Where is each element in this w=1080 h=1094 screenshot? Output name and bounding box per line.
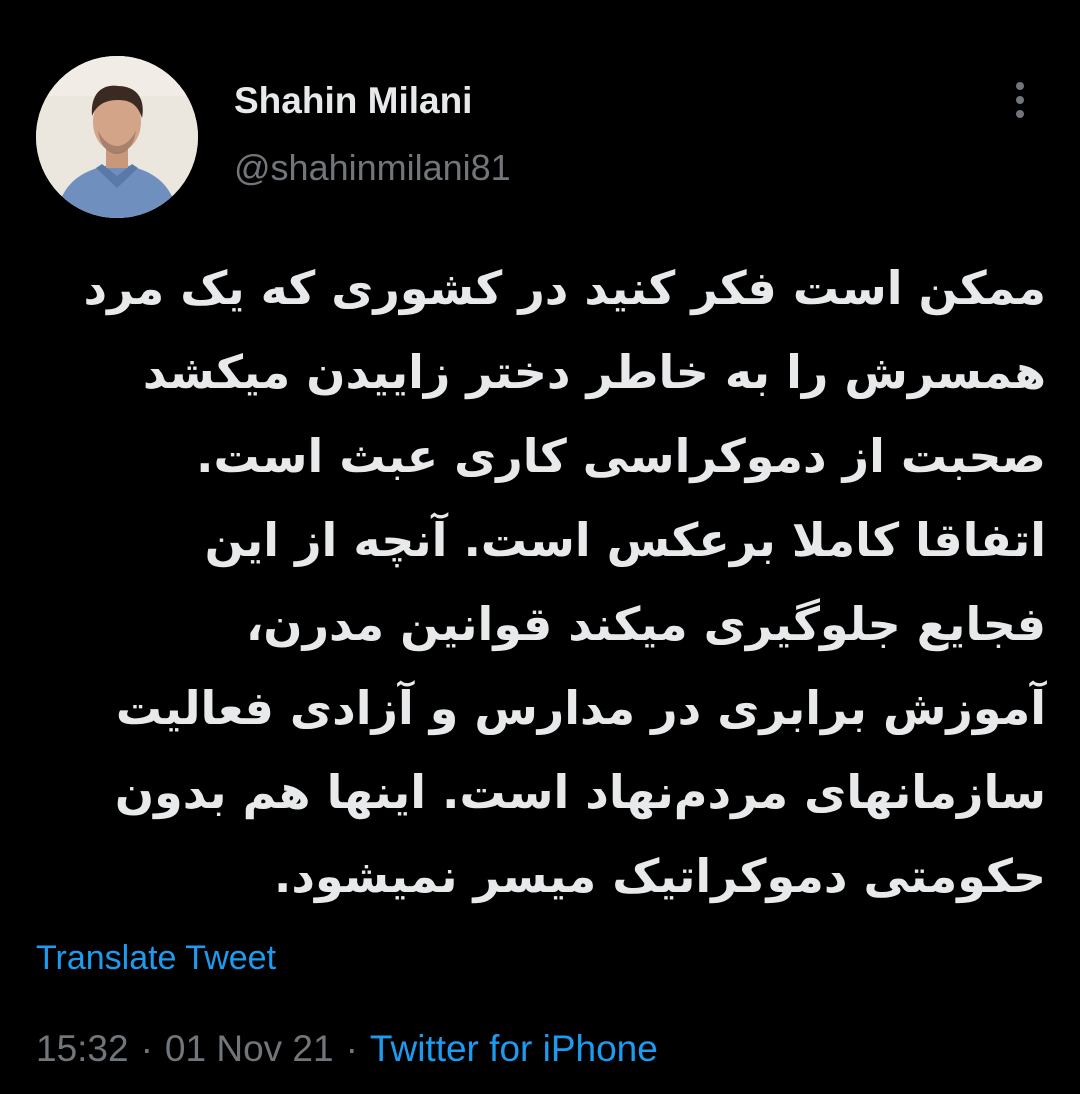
tweet-meta: 15:32 · 01 Nov 21 · Twitter for iPhone	[36, 1026, 658, 1072]
user-handle[interactable]: @shahinmilani81	[234, 146, 511, 190]
tweet-text-line: فجایع جلوگیری میکند قوانین مدرن،	[245, 597, 1046, 651]
avatar[interactable]	[36, 56, 198, 218]
tweet-text-line: اتفاقا کاملا برعکس است. آنچه از این	[204, 513, 1046, 567]
tweet-source-link[interactable]: Twitter for iPhone	[370, 1028, 658, 1069]
tweet-text-line: آموزش برابری در مدارس و آزادی فعالیت	[115, 681, 1046, 735]
meta-separator: ·	[140, 1028, 153, 1069]
tweet-text-line: حکومتی دموکراتیک میسر نمیشود.	[273, 849, 1046, 903]
translate-tweet-link[interactable]: Translate Tweet	[36, 937, 276, 979]
user-info: Shahin Milani @shahinmilani81	[234, 78, 511, 190]
tweet-text: ممکن است فکر کنید در کشوری که یک مرد همس…	[30, 246, 1047, 918]
tweet-date[interactable]: 01 Nov 21	[165, 1028, 334, 1069]
tweet: Shahin Milani @shahinmilani81 ممکن است ف…	[0, 0, 1080, 1094]
tweet-text-line: ممکن است فکر کنید در کشوری که یک مرد	[83, 261, 1047, 315]
avatar-photo	[36, 56, 198, 218]
more-options-button[interactable]	[998, 78, 1042, 122]
tweet-time[interactable]: 15:32	[36, 1028, 129, 1069]
more-vertical-icon	[1016, 82, 1024, 118]
tweet-text-line: سازمانهای مردم‌نهاد است. اینها هم بدون	[114, 765, 1046, 819]
meta-separator: ·	[345, 1028, 358, 1069]
tweet-text-line: همسرش را به خاطر دختر زاییدن میکشد	[142, 345, 1046, 399]
display-name[interactable]: Shahin Milani	[234, 78, 511, 124]
tweet-text-line: صحبت از دموکراسی کاری عبث است.	[196, 429, 1046, 483]
